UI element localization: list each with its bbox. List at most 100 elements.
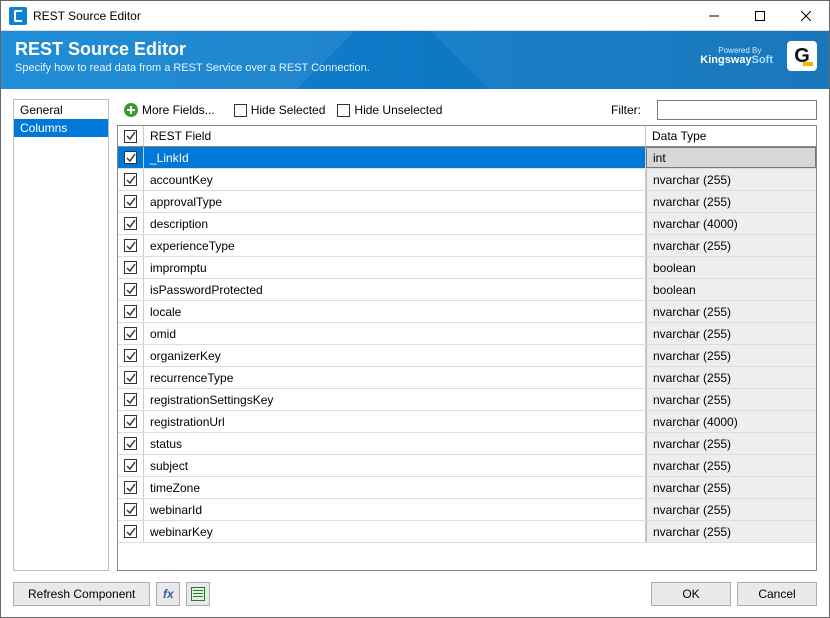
sidebar-item-columns[interactable]: Columns	[14, 119, 108, 137]
row-checkbox[interactable]	[118, 389, 144, 410]
row-checkbox[interactable]	[118, 433, 144, 454]
row-checkbox[interactable]	[118, 147, 144, 168]
ok-button[interactable]: OK	[651, 582, 731, 606]
table-row[interactable]: impromptuboolean	[118, 257, 816, 279]
row-checkbox[interactable]	[118, 191, 144, 212]
cell-rest-field[interactable]: recurrenceType	[144, 367, 646, 388]
table-row[interactable]: experienceTypenvarchar (255)	[118, 235, 816, 257]
expression-button[interactable]: fx	[156, 582, 180, 606]
map-columns-button[interactable]	[186, 582, 210, 606]
cell-rest-field[interactable]: _LinkId	[144, 147, 646, 168]
checkbox-icon	[124, 393, 137, 406]
cell-rest-field[interactable]: registrationUrl	[144, 411, 646, 432]
row-checkbox[interactable]	[118, 455, 144, 476]
sidebar-item-general[interactable]: General	[14, 101, 108, 119]
table-row[interactable]: timeZonenvarchar (255)	[118, 477, 816, 499]
hide-unselected-checkbox[interactable]: Hide Unselected	[337, 103, 442, 117]
cell-rest-field[interactable]: description	[144, 213, 646, 234]
cell-rest-field[interactable]: timeZone	[144, 477, 646, 498]
cell-rest-field[interactable]: status	[144, 433, 646, 454]
header-data-type[interactable]: Data Type	[646, 126, 816, 146]
table-row[interactable]: registrationUrlnvarchar (4000)	[118, 411, 816, 433]
row-checkbox[interactable]	[118, 301, 144, 322]
cell-rest-field[interactable]: locale	[144, 301, 646, 322]
cell-data-type[interactable]: nvarchar (255)	[646, 455, 816, 476]
row-checkbox[interactable]	[118, 257, 144, 278]
cell-rest-field[interactable]: isPasswordProtected	[144, 279, 646, 300]
row-checkbox[interactable]	[118, 213, 144, 234]
cell-rest-field[interactable]: webinarId	[144, 499, 646, 520]
row-checkbox[interactable]	[118, 345, 144, 366]
titlebar: REST Source Editor	[1, 1, 829, 31]
row-checkbox[interactable]	[118, 521, 144, 542]
close-button[interactable]	[783, 1, 829, 31]
table-row[interactable]: registrationSettingsKeynvarchar (255)	[118, 389, 816, 411]
table-row[interactable]: recurrenceTypenvarchar (255)	[118, 367, 816, 389]
cancel-button[interactable]: Cancel	[737, 582, 817, 606]
cell-data-type[interactable]: int	[646, 147, 816, 168]
cell-rest-field[interactable]: registrationSettingsKey	[144, 389, 646, 410]
cell-data-type[interactable]: nvarchar (4000)	[646, 411, 816, 432]
filter-input[interactable]	[657, 100, 817, 120]
cell-data-type[interactable]: nvarchar (255)	[646, 191, 816, 212]
cell-data-type[interactable]: nvarchar (255)	[646, 521, 816, 542]
table-row[interactable]: statusnvarchar (255)	[118, 433, 816, 455]
row-checkbox[interactable]	[118, 499, 144, 520]
cell-data-type[interactable]: nvarchar (255)	[646, 301, 816, 322]
hide-selected-checkbox[interactable]: Hide Selected	[234, 103, 326, 117]
row-checkbox[interactable]	[118, 235, 144, 256]
cell-rest-field[interactable]: organizerKey	[144, 345, 646, 366]
table-row[interactable]: isPasswordProtectedboolean	[118, 279, 816, 301]
row-checkbox[interactable]	[118, 169, 144, 190]
table-row[interactable]: descriptionnvarchar (4000)	[118, 213, 816, 235]
cell-data-type[interactable]: nvarchar (255)	[646, 433, 816, 454]
cell-rest-field[interactable]: subject	[144, 455, 646, 476]
cell-rest-field[interactable]: impromptu	[144, 257, 646, 278]
cell-data-type[interactable]: nvarchar (255)	[646, 345, 816, 366]
checkbox-icon	[124, 239, 137, 252]
checkbox-icon	[337, 104, 350, 117]
cell-data-type[interactable]: nvarchar (255)	[646, 169, 816, 190]
table-row[interactable]: _LinkIdint	[118, 147, 816, 169]
cell-data-type[interactable]: boolean	[646, 257, 816, 278]
cell-rest-field[interactable]: approvalType	[144, 191, 646, 212]
table-row[interactable]: webinarIdnvarchar (255)	[118, 499, 816, 521]
checkbox-icon	[124, 481, 137, 494]
table-row[interactable]: organizerKeynvarchar (255)	[118, 345, 816, 367]
row-checkbox[interactable]	[118, 477, 144, 498]
fx-icon: fx	[163, 587, 174, 601]
minimize-button[interactable]	[691, 1, 737, 31]
cell-rest-field[interactable]: omid	[144, 323, 646, 344]
cell-data-type[interactable]: nvarchar (255)	[646, 499, 816, 520]
checkbox-icon	[124, 349, 137, 362]
cell-data-type[interactable]: nvarchar (4000)	[646, 213, 816, 234]
cell-rest-field[interactable]: accountKey	[144, 169, 646, 190]
cell-data-type[interactable]: nvarchar (255)	[646, 389, 816, 410]
more-fields-button[interactable]: More Fields...	[117, 101, 222, 119]
table-row[interactable]: subjectnvarchar (255)	[118, 455, 816, 477]
cell-rest-field[interactable]: webinarKey	[144, 521, 646, 542]
row-checkbox[interactable]	[118, 411, 144, 432]
table-row[interactable]: omidnvarchar (255)	[118, 323, 816, 345]
header-select-all[interactable]	[118, 126, 144, 146]
header-rest-field[interactable]: REST Field	[144, 126, 646, 146]
cell-data-type[interactable]: nvarchar (255)	[646, 323, 816, 344]
refresh-component-button[interactable]: Refresh Component	[13, 582, 150, 606]
table-row[interactable]: accountKeynvarchar (255)	[118, 169, 816, 191]
table-row[interactable]: localenvarchar (255)	[118, 301, 816, 323]
cell-data-type[interactable]: nvarchar (255)	[646, 367, 816, 388]
banner: REST Source Editor Specify how to read d…	[1, 31, 829, 89]
maximize-button[interactable]	[737, 1, 783, 31]
cell-data-type[interactable]: boolean	[646, 279, 816, 300]
cell-data-type[interactable]: nvarchar (255)	[646, 477, 816, 498]
columns-grid[interactable]: REST Field Data Type _LinkIdintaccountKe…	[117, 125, 817, 571]
filter-label: Filter:	[611, 103, 641, 117]
table-row[interactable]: webinarKeynvarchar (255)	[118, 521, 816, 543]
row-checkbox[interactable]	[118, 367, 144, 388]
checkbox-icon	[124, 130, 137, 143]
cell-data-type[interactable]: nvarchar (255)	[646, 235, 816, 256]
row-checkbox[interactable]	[118, 279, 144, 300]
table-row[interactable]: approvalTypenvarchar (255)	[118, 191, 816, 213]
row-checkbox[interactable]	[118, 323, 144, 344]
cell-rest-field[interactable]: experienceType	[144, 235, 646, 256]
